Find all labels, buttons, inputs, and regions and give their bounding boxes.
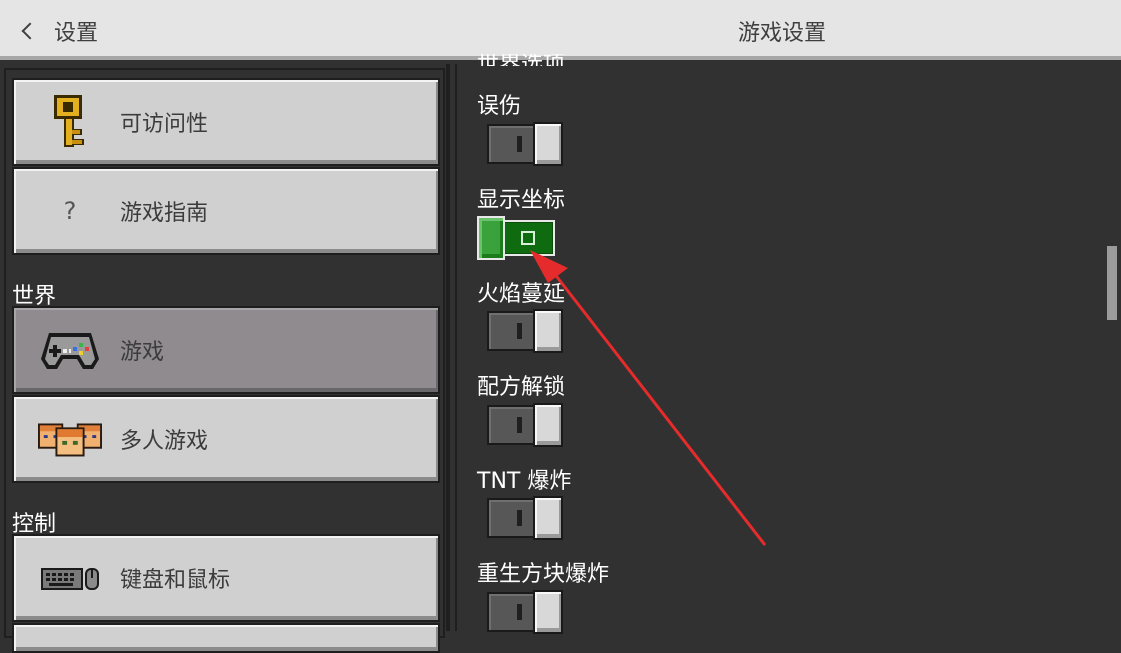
annotation-arrow (530, 250, 767, 546)
